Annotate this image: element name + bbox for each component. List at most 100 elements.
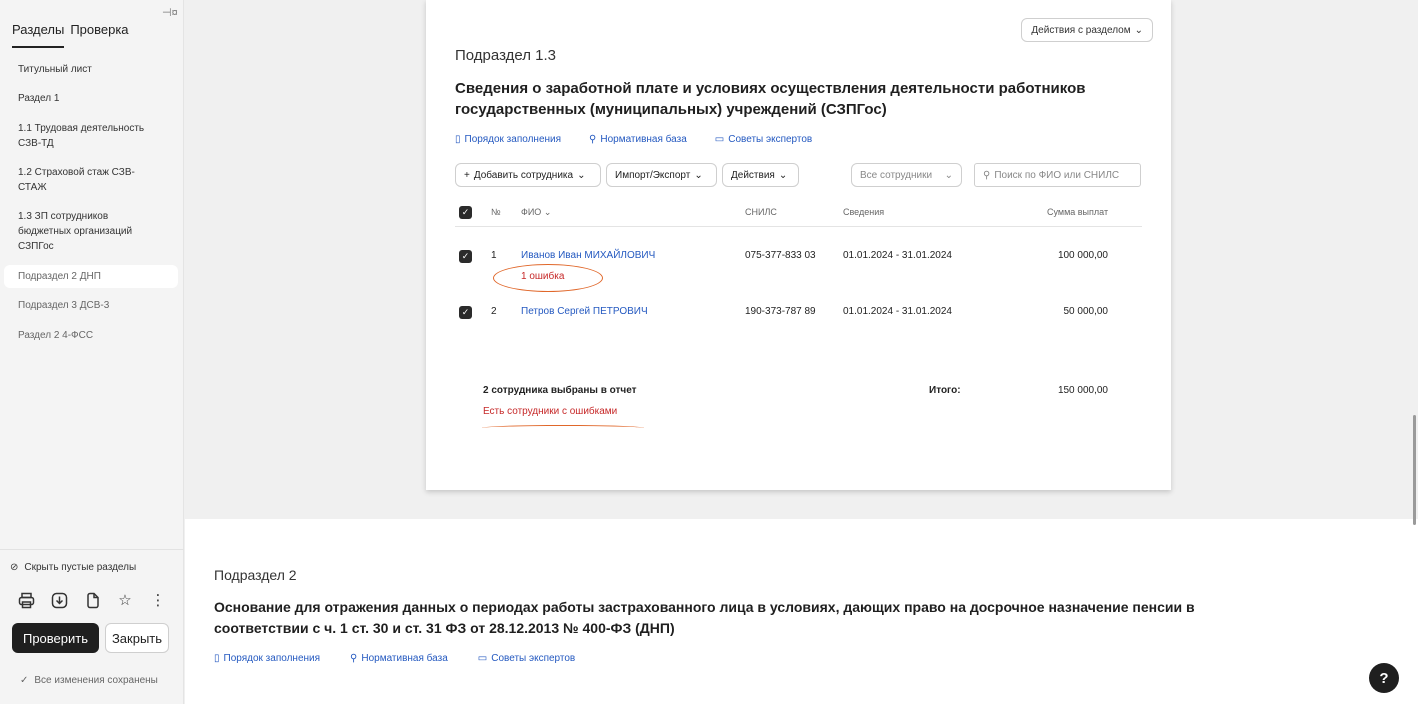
- column-fio[interactable]: ФИО ⌄: [521, 207, 551, 218]
- check-button[interactable]: Проверить: [12, 623, 99, 653]
- regulations-label: Нормативная база: [361, 653, 448, 664]
- print-icon[interactable]: [16, 590, 36, 610]
- table-header: ✓ № ФИО ⌄ СНИЛС Сведения Сумма выплат: [455, 201, 1142, 227]
- chevron-down-icon: ⌄: [694, 169, 703, 181]
- help-button[interactable]: ?: [1369, 663, 1399, 693]
- employees-toolbar: + Добавить сотрудника ⌄ Импорт/Экспорт ⌄…: [455, 163, 1142, 187]
- eye-off-icon: ⊘: [10, 562, 19, 573]
- sidebar-item-dsv3[interactable]: Подраздел 3 ДСВ-3: [4, 298, 123, 313]
- sidebar: ⊣¤ Разделы Проверка Титульный лист Разде…: [0, 0, 184, 704]
- close-button[interactable]: Закрыть: [105, 623, 169, 653]
- chevron-down-icon: ⌄: [778, 169, 788, 181]
- row-checkbox[interactable]: ✓: [459, 306, 472, 319]
- error-highlight-underline: [482, 425, 644, 431]
- table-row[interactable]: ✓ 2 Петров Сергей ПЕТРОВИЧ 190-373-787 8…: [455, 300, 1142, 324]
- section-2-panel: Подраздел 2 Основание для отражения данн…: [185, 519, 1418, 704]
- chevron-down-icon: ⌄: [944, 169, 953, 181]
- sidebar-item-sztd[interactable]: 1.1 Трудовая деятельность СЗВ-ТД: [4, 121, 158, 151]
- employee-name-link[interactable]: Иванов Иван МИХАЙЛОВИЧ: [521, 250, 655, 261]
- hide-empty-toggle[interactable]: ⊘ Скрыть пустые разделы: [10, 562, 136, 573]
- fill-order-label: Порядок заполнения: [464, 134, 562, 145]
- search-icon: ⚲: [350, 653, 358, 664]
- import-export-button[interactable]: Импорт/Экспорт ⌄: [606, 163, 717, 187]
- help-links: ▯ Порядок заполнения ⚲ Нормативная база ▭ С…: [455, 134, 812, 145]
- column-snils: СНИЛС: [745, 207, 777, 217]
- employee-filter-value: Все сотрудники: [860, 169, 933, 181]
- sidebar-item-dnp[interactable]: Подраздел 2 ДНП: [4, 265, 178, 288]
- tab-sections[interactable]: Разделы: [12, 22, 65, 48]
- plus-icon: +: [464, 169, 470, 181]
- row-period: 01.01.2024 - 31.01.2024: [843, 250, 952, 261]
- regulations-link[interactable]: ⚲ Нормативная база: [589, 134, 687, 145]
- row-checkbox[interactable]: ✓: [459, 250, 472, 263]
- book-icon: ▯: [214, 653, 220, 664]
- sidebar-footer: ⊘ Скрыть пустые разделы ☆ ⋮ Проверить За…: [0, 549, 184, 686]
- actions-button[interactable]: Действия ⌄: [722, 163, 799, 187]
- check-icon: ✓: [20, 675, 29, 686]
- expert-tips-link[interactable]: ▭ Советы экспертов: [715, 134, 812, 145]
- scrollbar[interactable]: [1413, 415, 1416, 525]
- row-num: 2: [491, 306, 497, 317]
- sidebar-icon-row: ☆ ⋮: [16, 590, 168, 610]
- section-1-3-card: Действия с разделом ⌄ Подраздел 1.3 Свед…: [426, 0, 1171, 490]
- selection-summary: 2 сотрудника выбраны в отчет: [483, 385, 637, 396]
- fill-order-link[interactable]: ▯ Порядок заполнения: [455, 134, 561, 145]
- hide-empty-label: Скрыть пустые разделы: [24, 562, 137, 573]
- save-status: ✓ Все изменения сохранены: [20, 675, 158, 686]
- star-icon[interactable]: ☆: [115, 590, 135, 610]
- row-snils: 075-377-833 03: [745, 250, 816, 261]
- search-input[interactable]: ⚲ Поиск по ФИО или СНИЛС: [974, 163, 1141, 187]
- column-info: Сведения: [843, 207, 885, 217]
- search-placeholder: Поиск по ФИО или СНИЛС: [994, 169, 1120, 181]
- expert-tips-label: Советы экспертов: [728, 134, 813, 145]
- summary-error[interactable]: Есть сотрудники с ошибками: [483, 406, 617, 417]
- add-employee-button[interactable]: + Добавить сотрудника ⌄: [455, 163, 601, 187]
- more-icon[interactable]: ⋮: [148, 590, 168, 610]
- employee-name-link[interactable]: Петров Сергей ПЕТРОВИЧ: [521, 306, 648, 317]
- column-sum: Сумма выплат: [1047, 207, 1109, 217]
- save-status-label: Все изменения сохранены: [34, 675, 158, 686]
- section-actions-label: Действия с разделом: [1031, 24, 1131, 36]
- sidebar-item-4fss[interactable]: Раздел 2 4-ФСС: [4, 328, 107, 343]
- copy-icon[interactable]: [82, 590, 102, 610]
- regulations-link[interactable]: ⚲ Нормативная база: [350, 653, 448, 664]
- pin-icon[interactable]: ⊣¤: [162, 6, 178, 19]
- section-title: Основание для отражения данных о периода…: [214, 599, 1195, 636]
- fill-order-link[interactable]: ▯ Порядок заполнения: [214, 653, 320, 664]
- download-icon[interactable]: [49, 590, 69, 610]
- select-all-checkbox[interactable]: ✓: [459, 206, 472, 219]
- total-value: 150 000,00: [1057, 385, 1108, 396]
- actions-label: Действия: [731, 169, 775, 181]
- help-links: ▯ Порядок заполнения ⚲ Нормативная база ▭ С…: [214, 653, 575, 664]
- sidebar-item-section-1[interactable]: Раздел 1: [4, 91, 73, 106]
- error-highlight-oval: [493, 264, 603, 292]
- chevron-down-icon: ⌄: [1134, 24, 1143, 36]
- search-icon: ⚲: [589, 134, 597, 145]
- section-actions-button[interactable]: Действия с разделом ⌄: [1021, 18, 1153, 42]
- sidebar-item-szv-stazh[interactable]: 1.2 Страховой стаж СЗВ- СТАЖ: [4, 165, 149, 195]
- row-sum: 100 000,00: [1057, 250, 1108, 261]
- total-label: Итого:: [929, 385, 961, 396]
- chat-icon: ▭: [714, 134, 725, 145]
- section-subtitle: Подраздел 1.3: [455, 47, 556, 64]
- add-employee-label: Добавить сотрудника: [473, 169, 574, 181]
- sidebar-tabs: Разделы Проверка: [12, 22, 129, 48]
- search-icon: ⚲: [983, 169, 991, 181]
- row-period: 01.01.2024 - 31.01.2024: [843, 306, 952, 317]
- row-snils: 190-373-787 89: [745, 306, 816, 317]
- expert-tips-label: Советы экспертов: [491, 653, 576, 664]
- chat-icon: ▭: [477, 653, 488, 664]
- book-icon: ▯: [455, 134, 461, 145]
- column-num: №: [491, 207, 501, 217]
- sidebar-item-title-page[interactable]: Титульный лист: [4, 62, 106, 77]
- section-subtitle: Подраздел 2: [214, 567, 297, 583]
- expert-tips-link[interactable]: ▭ Советы экспертов: [478, 653, 575, 664]
- row-sum: 50 000,00: [1063, 306, 1109, 317]
- row-num: 1: [491, 250, 497, 261]
- tab-check[interactable]: Проверка: [70, 22, 128, 48]
- employee-filter-select[interactable]: Все сотрудники ⌄: [851, 163, 962, 187]
- section-title: Сведения о заработной плате и условиях о…: [455, 80, 1086, 118]
- import-export-label: Импорт/Экспорт: [615, 169, 691, 181]
- sidebar-item-szpgos[interactable]: 1.3 ЗП сотрудников бюджетных организаций…: [4, 209, 146, 254]
- chevron-down-icon: ⌄: [577, 169, 586, 181]
